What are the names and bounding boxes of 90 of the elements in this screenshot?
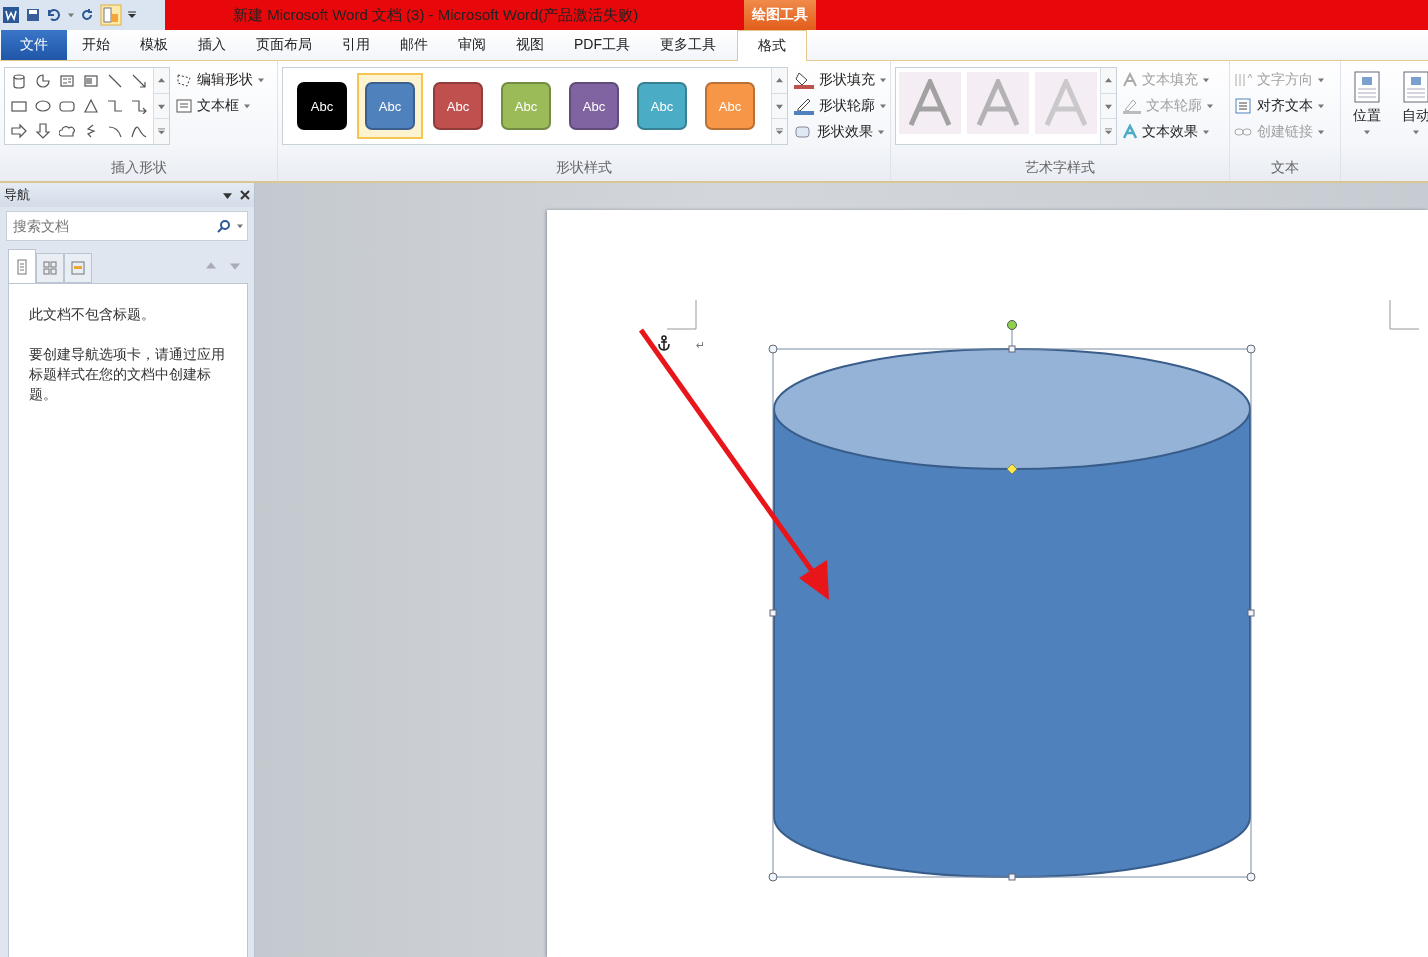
page-layout-icon xyxy=(1402,71,1428,103)
right-arrow-icon[interactable] xyxy=(11,122,27,139)
search-box[interactable]: 搜索文档 xyxy=(6,211,248,241)
letter-a-icon xyxy=(1123,72,1137,88)
headings-icon xyxy=(17,258,27,275)
menu-tab[interactable]: 审阅 xyxy=(443,30,501,60)
group-label: 文本 xyxy=(1270,158,1300,177)
margin-corner-icon xyxy=(1389,300,1419,330)
caret-icon xyxy=(1412,129,1419,135)
vertical-text-box-icon[interactable] xyxy=(83,72,99,89)
caret-icon xyxy=(1318,103,1324,109)
menu-tab[interactable]: 模板 xyxy=(125,30,183,60)
margin-corner-icon xyxy=(667,300,697,330)
ribbon-command[interactable]: 形状轮廓 xyxy=(794,95,886,117)
close-icon[interactable] xyxy=(240,190,250,200)
align-text-icon xyxy=(1234,98,1252,114)
paint-bucket-icon xyxy=(794,71,814,89)
ribbon-command[interactable]: 文本框 xyxy=(176,95,264,117)
letter-a-icon xyxy=(1044,79,1088,127)
text-direction-icon xyxy=(1234,72,1252,88)
pie-icon[interactable] xyxy=(35,72,51,89)
pane-menu-caret-icon[interactable] xyxy=(223,190,232,200)
menu-tab[interactable]: 引用 xyxy=(327,30,385,60)
menu-tab[interactable]: 视图 xyxy=(501,30,559,60)
menu-tab[interactable]: 邮件 xyxy=(385,30,443,60)
ribbon-large-button[interactable]: 位置 xyxy=(1345,67,1388,181)
elbow-connector-icon[interactable] xyxy=(107,97,123,114)
menu-tab[interactable]: 开始 xyxy=(67,30,125,60)
caret-icon xyxy=(258,77,264,83)
ribbon-large-button[interactable]: 自动 xyxy=(1394,67,1428,181)
caret-icon xyxy=(1203,129,1209,135)
word-logo-icon xyxy=(2,6,20,24)
cylinder-icon[interactable] xyxy=(11,72,27,89)
caret-icon xyxy=(880,77,886,83)
caret-icon xyxy=(1203,77,1209,83)
caret-icon xyxy=(1207,103,1213,109)
caret-icon xyxy=(878,129,884,135)
letter-a-icon xyxy=(976,79,1020,127)
ribbon-command[interactable]: 形状填充 xyxy=(794,69,886,91)
undo-icon[interactable] xyxy=(46,8,62,22)
pane-message: 要创建导航选项卡，请通过应用标题样式在您的文档中创建标题。 xyxy=(29,345,226,404)
elbow-arrow-icon[interactable] xyxy=(131,97,147,114)
caret-icon[interactable] xyxy=(237,223,243,229)
ribbon-command[interactable]: 文本效果 xyxy=(1123,121,1213,143)
redo-icon[interactable] xyxy=(80,8,94,22)
caret-icon xyxy=(1363,129,1370,135)
triangle-icon[interactable] xyxy=(83,97,99,114)
window-title: 新建 Microsoft Word 文档 (3) - Microsoft Word(产品激活失败) xyxy=(165,0,744,30)
paragraph-mark: ↵ xyxy=(696,339,706,352)
anchor-icon xyxy=(657,335,671,351)
arrow-line-icon[interactable] xyxy=(131,72,147,89)
glowing-letter-a-icon xyxy=(1123,124,1137,140)
ribbon-command[interactable]: 形状效果 xyxy=(794,121,886,143)
search-icon[interactable] xyxy=(217,219,231,233)
caret-icon xyxy=(1318,129,1324,135)
menu-tab[interactable]: 页面布局 xyxy=(241,30,327,60)
edit-points-icon xyxy=(176,73,192,87)
save-icon[interactable] xyxy=(26,8,40,22)
pen-underline-icon xyxy=(1123,98,1141,114)
customize-caret-icon[interactable] xyxy=(128,11,136,19)
down-arrow-icon[interactable] xyxy=(35,122,51,139)
chain-link-icon xyxy=(1234,126,1252,138)
menu-tab[interactable]: 更多工具 xyxy=(645,30,731,60)
text-box-icon[interactable] xyxy=(59,72,75,89)
text-box-icon xyxy=(176,99,192,113)
ribbon-command[interactable]: 编辑形状 xyxy=(176,69,264,91)
group-label: 艺术字样式 xyxy=(1024,158,1096,177)
thumbnails-icon xyxy=(43,261,57,275)
menu-tab[interactable]: PDF工具 xyxy=(559,30,645,60)
pane-title: 导航 xyxy=(4,186,31,204)
line-icon[interactable] xyxy=(107,72,123,89)
menu-tab[interactable]: 文件 xyxy=(1,30,67,60)
context-tab-label: 绘图工具 xyxy=(744,0,816,30)
caret-icon xyxy=(1318,77,1324,83)
page-layout-icon xyxy=(1353,71,1380,103)
ribbon-command[interactable]: 对齐文本 xyxy=(1234,95,1324,117)
caret-icon xyxy=(880,103,886,109)
pane-message: 此文档不包含标题。 xyxy=(29,305,156,324)
menu-tab[interactable]: 插入 xyxy=(183,30,241,60)
menu-tab[interactable]: 格式 xyxy=(737,30,807,61)
letter-a-icon xyxy=(908,79,952,127)
group-label: 插入形状 xyxy=(109,158,168,177)
group-label: 形状样式 xyxy=(555,158,613,177)
caret-icon[interactable] xyxy=(68,12,74,18)
oval-icon[interactable] xyxy=(35,97,51,114)
caret-icon xyxy=(244,103,250,109)
style-swatch[interactable]: Abc xyxy=(357,73,423,139)
shape-effects-icon xyxy=(794,124,812,140)
pencil-icon xyxy=(794,97,814,115)
results-icon xyxy=(71,261,85,275)
